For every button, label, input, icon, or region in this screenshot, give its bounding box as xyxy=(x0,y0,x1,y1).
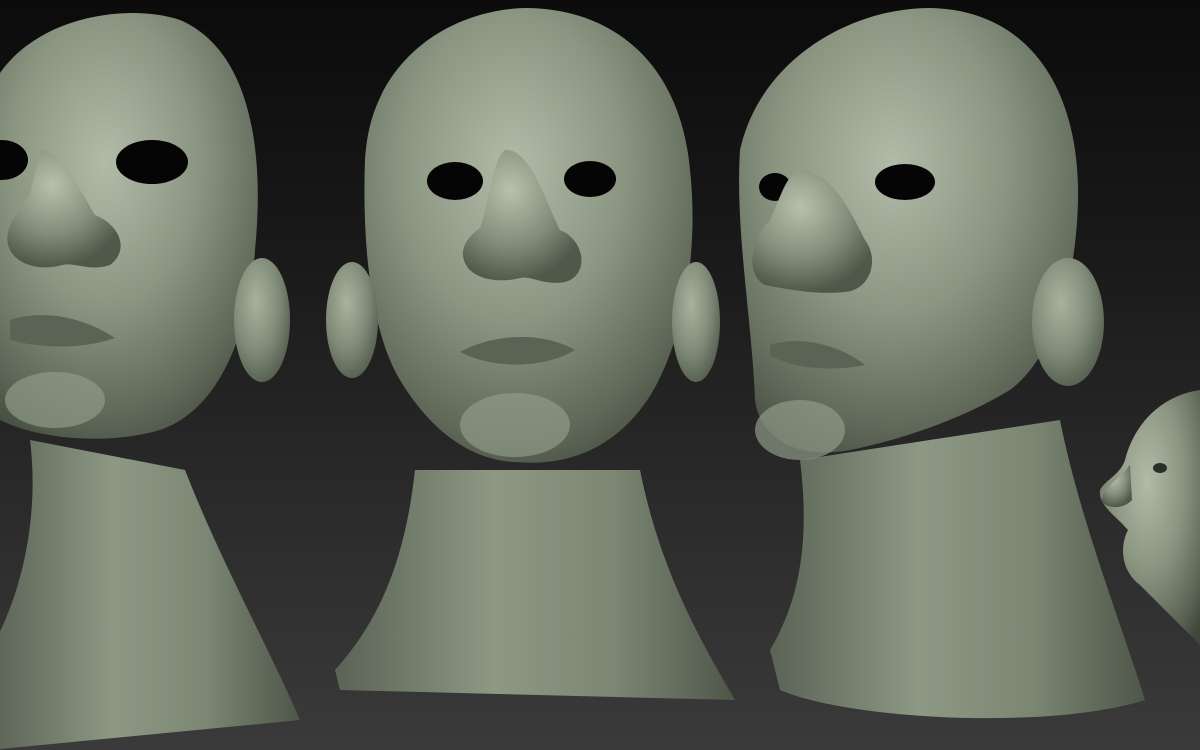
right-eye-socket xyxy=(875,164,935,200)
right-ear xyxy=(672,262,720,382)
head-front[interactable] xyxy=(326,8,735,700)
head-front-cropped-left[interactable] xyxy=(0,13,300,750)
ear xyxy=(1032,258,1104,386)
left-ear xyxy=(326,262,378,378)
neck-shoulders xyxy=(0,440,300,750)
chin xyxy=(460,393,570,457)
sculpt-scene xyxy=(0,8,1200,750)
head-three-quarter[interactable] xyxy=(739,8,1145,719)
left-eye-socket xyxy=(427,162,483,200)
neck-shoulders xyxy=(770,420,1145,719)
chin xyxy=(5,372,105,428)
left-eye-socket xyxy=(116,140,188,184)
chin xyxy=(755,400,845,460)
neck-shoulders xyxy=(335,470,735,700)
ear xyxy=(234,258,290,382)
eye xyxy=(1153,463,1167,473)
sculpt-viewport[interactable] xyxy=(0,0,1200,750)
right-eye-socket xyxy=(564,161,616,197)
